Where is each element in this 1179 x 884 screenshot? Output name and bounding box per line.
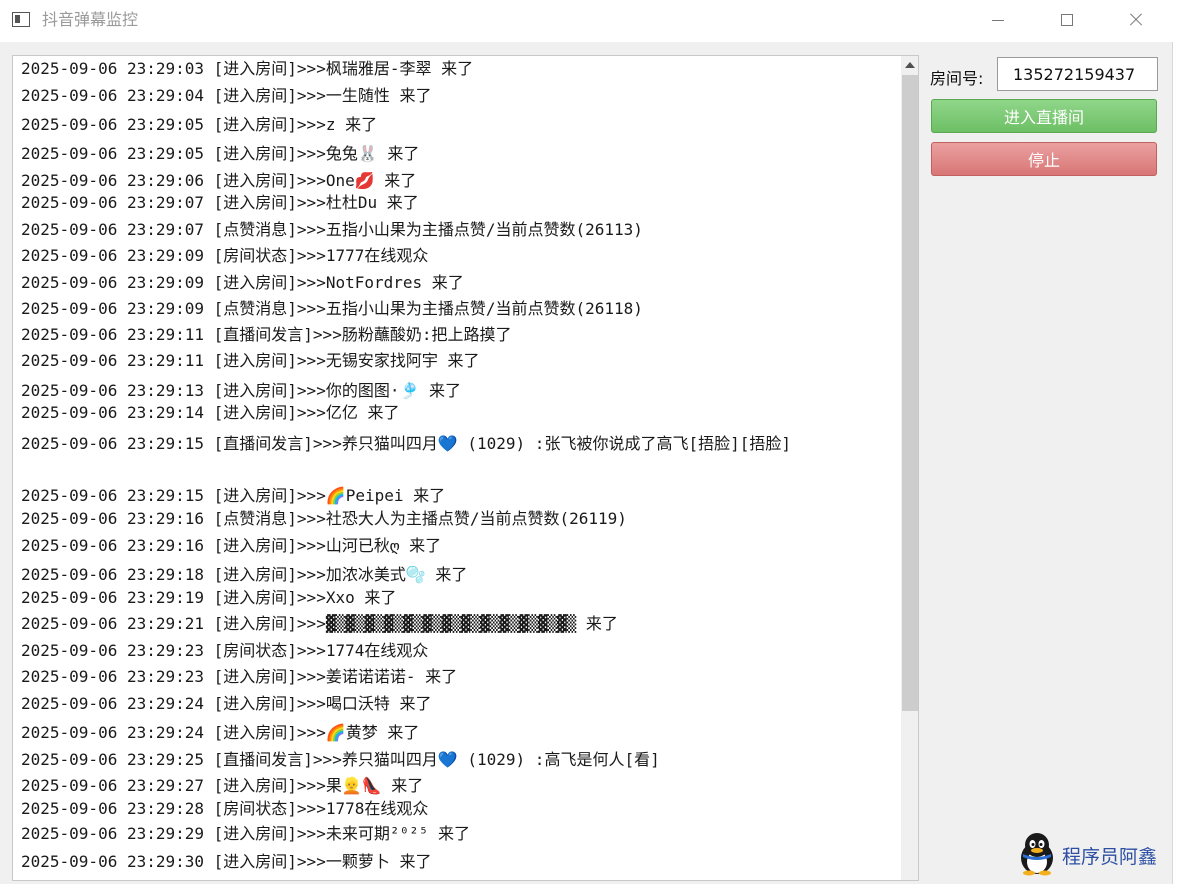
log-line: 2025-09-06 23:29:07 [进入房间]>>>杜杜Du 来了 (21, 193, 419, 212)
log-line: 2025-09-06 23:29:24 [进入房间]>>>🌈黄梦 来了 (21, 723, 420, 742)
log-line: 2025-09-06 23:29:14 [进入房间]>>>亿亿 来了 (21, 403, 400, 422)
log-line: 2025-09-06 23:29:30 [进入房间]>>>一颗萝卜 来了 (21, 852, 432, 871)
room-id-input[interactable] (997, 57, 1158, 91)
log-line: 2025-09-06 23:29:09 [进入房间]>>>NotFordres … (21, 273, 464, 292)
log-line: 2025-09-06 23:29:29 [进入房间]>>>未来可期²⁰²⁵ 来了 (21, 824, 470, 843)
log-line: 2025-09-06 23:29:15 [直播间发言]>>>养只猫叫四月💙 (1… (21, 434, 791, 453)
log-line: 2025-09-06 23:29:09 [点赞消息]>>>五指小山果为主播点赞/… (21, 299, 643, 318)
log-line: 2025-09-06 23:29:13 [进入房间]>>>你的图图·🎐 来了 (21, 381, 462, 400)
minimize-icon (992, 19, 1004, 21)
stop-button[interactable]: 停止 (931, 142, 1157, 176)
log-line: 2025-09-06 23:29:11 [进入房间]>>>无锡安家找阿宇 来了 (21, 351, 480, 370)
log-line: 2025-09-06 23:29:28 [房间状态]>>>1778在线观众 (21, 799, 429, 818)
minimize-button[interactable] (975, 0, 1021, 40)
log-line: 2025-09-06 23:29:05 [进入房间]>>>兔兔🐰 来了 (21, 144, 420, 163)
scroll-thumb[interactable] (902, 75, 918, 711)
log-line: 2025-09-06 23:29:09 [房间状态]>>>1777在线观众 (21, 246, 429, 265)
enter-live-room-button[interactable]: 进入直播间 (931, 99, 1157, 133)
title-bar[interactable]: 抖音弹幕监控 (0, 0, 1173, 42)
log-line: 2025-09-06 23:29:06 [进入房间]>>>One💋 来了 (21, 171, 417, 190)
log-line: 2025-09-06 23:29:19 [进入房间]>>>Xxo 来了 (21, 588, 397, 607)
window-title: 抖音弹幕监控 (42, 10, 139, 29)
close-icon (1128, 12, 1144, 28)
watermark: 程序员阿鑫 (1016, 832, 1176, 876)
log-line: 2025-09-06 23:29:16 [点赞消息]>>>社恐大人为主播点赞/当… (21, 509, 627, 528)
log-line: 2025-09-06 23:29:11 [直播间发言]>>>肠粉蘸酸奶:把上路摸… (21, 325, 512, 344)
log-line: 2025-09-06 23:29:07 [点赞消息]>>>五指小山果为主播点赞/… (21, 220, 643, 239)
room-id-label: 房间号: (930, 69, 984, 88)
maximize-button[interactable] (1044, 0, 1090, 40)
penguin-icon (1021, 833, 1053, 876)
log-line: 2025-09-06 23:29:25 [直播间发言]>>>养只猫叫四月💙 (1… (21, 750, 660, 769)
maximize-icon (1061, 14, 1073, 26)
watermark-text: 程序员阿鑫 (1062, 846, 1158, 868)
log-line: 2025-09-06 23:29:05 [进入房间]>>>z 来了 (21, 115, 378, 134)
log-line: 2025-09-06 23:29:04 [进入房间]>>>一生随性 来了 (21, 86, 432, 105)
message-log[interactable]: 2025-09-06 23:29:03 [进入房间]>>>枫瑞雅居-李翠 来了 … (12, 55, 919, 881)
log-line: 2025-09-06 23:29:21 [进入房间]>>>▓▒▓▒▓▒▓▒▓▒▓… (21, 614, 618, 633)
close-button[interactable] (1113, 0, 1159, 40)
log-line: 2025-09-06 23:29:03 [进入房间]>>>枫瑞雅居-李翠 来了 (21, 59, 474, 78)
log-line: 2025-09-06 23:29:15 [进入房间]>>>🌈Peipei 来了 (21, 486, 446, 505)
log-line: 2025-09-06 23:29:27 [进入房间]>>>果👱👠 来了 (21, 776, 424, 795)
scroll-up-arrow-icon[interactable] (901, 56, 918, 74)
log-line: 2025-09-06 23:29:23 [进入房间]>>>姜诺诺诺诺- 来了 (21, 667, 458, 686)
log-line: 2025-09-06 23:29:23 [房间状态]>>>1774在线观众 (21, 641, 429, 660)
log-line: 2025-09-06 23:29:16 [进入房间]>>>山河已秋ღ 来了 (21, 536, 442, 555)
log-scrollbar[interactable] (901, 56, 918, 880)
log-line: 2025-09-06 23:29:24 [进入房间]>>>喝口沃特 来了 (21, 694, 432, 713)
log-line: 2025-09-06 23:29:18 [进入房间]>>>加浓冰美式🫧 来了 (21, 565, 468, 584)
window-app-icon (12, 12, 30, 27)
app-window: 抖音弹幕监控 2025-09-06 23:29:03 [进入房间]>>>枫瑞雅居… (0, 0, 1173, 884)
